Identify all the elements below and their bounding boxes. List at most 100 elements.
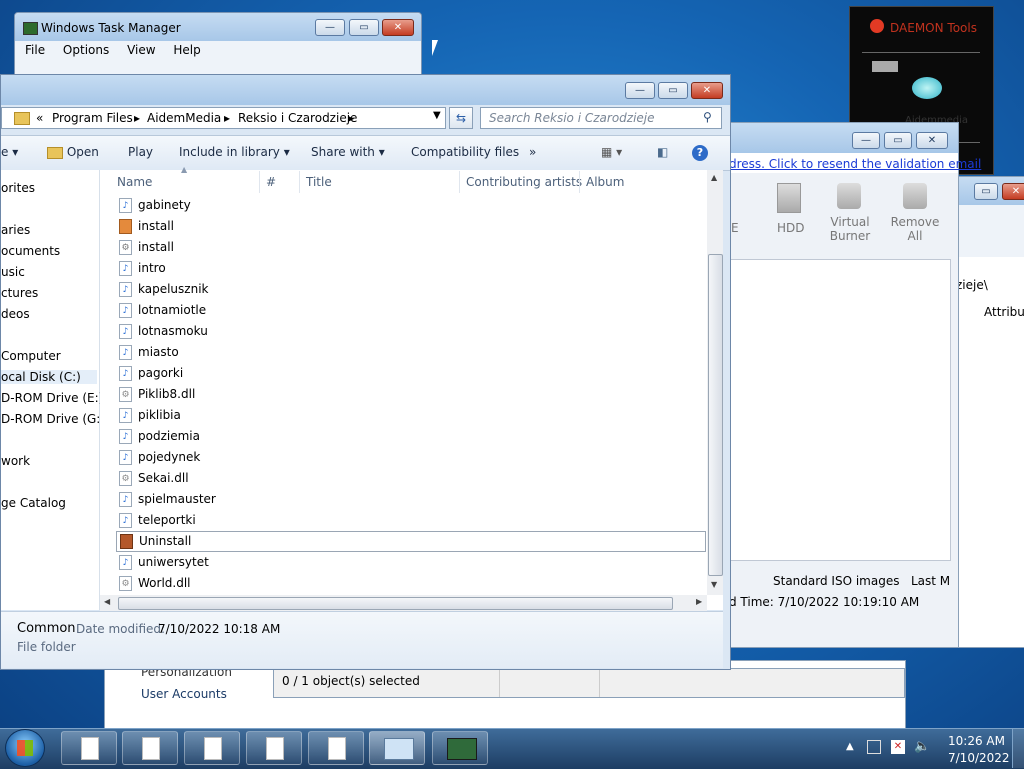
- resend-validation-link[interactable]: dress. Click to resend the validation em…: [729, 157, 981, 171]
- scroll-down-arrow-icon[interactable]: ▼: [711, 580, 717, 589]
- minimize-button[interactable]: —: [852, 132, 880, 149]
- clock-date[interactable]: 7/10/2022: [948, 751, 1010, 765]
- file-row[interactable]: ♪ intro: [116, 258, 706, 279]
- burner-icon[interactable]: [837, 183, 861, 209]
- address-dropdown-icon[interactable]: ▼: [433, 110, 441, 121]
- scroll-up-arrow-icon[interactable]: ▲: [711, 173, 717, 182]
- menu-options[interactable]: Options: [63, 43, 109, 57]
- close-button[interactable]: ✕: [1002, 183, 1024, 200]
- remove-all-button[interactable]: Remove All: [889, 215, 941, 243]
- close-button[interactable]: ✕: [916, 132, 948, 149]
- maximize-button[interactable]: ▭: [658, 82, 688, 99]
- preview-pane-icon[interactable]: ◧: [657, 145, 668, 159]
- scroll-left-arrow-icon[interactable]: ◀: [104, 597, 110, 606]
- file-row[interactable]: ♪ teleportki: [116, 510, 706, 531]
- start-button[interactable]: [5, 729, 45, 767]
- search-icon[interactable]: ⚲: [703, 110, 712, 124]
- nav-libraries[interactable]: aries: [1, 223, 30, 237]
- menu-help[interactable]: Help: [173, 43, 200, 57]
- hdd-icon[interactable]: [777, 183, 801, 213]
- bg-item-user-accounts[interactable]: User Accounts: [141, 687, 227, 701]
- close-button[interactable]: ✕: [691, 82, 723, 99]
- file-row[interactable]: ♪ spielmauster: [116, 489, 706, 510]
- file-row[interactable]: ♪ podziemia: [116, 426, 706, 447]
- column-name[interactable]: Name: [117, 175, 152, 189]
- breadcrumb-aidemmedia[interactable]: AidemMedia: [147, 111, 221, 125]
- maximize-button[interactable]: ▭: [349, 19, 379, 36]
- more-commands-button[interactable]: »: [529, 145, 536, 159]
- horizontal-scrollbar[interactable]: ◀ ▶: [100, 595, 707, 611]
- column-album[interactable]: Album: [586, 175, 624, 189]
- file-row[interactable]: ♪ uniwersytet: [116, 552, 706, 573]
- file-row[interactable]: ⚙ Piklib8.dll: [116, 384, 706, 405]
- view-options-icon[interactable]: ▦ ▾: [601, 145, 622, 159]
- breadcrumb-program-files[interactable]: Program Files: [52, 111, 133, 125]
- vertical-scrollbar[interactable]: ▲ ▼: [707, 170, 723, 595]
- nav-local-disk[interactable]: ocal Disk (C:): [1, 370, 97, 384]
- volume-icon[interactable]: 🔈: [914, 739, 930, 754]
- minimize-button[interactable]: —: [315, 19, 345, 36]
- nav-pictures[interactable]: ctures: [1, 286, 38, 300]
- clock-time[interactable]: 10:26 AM: [948, 734, 1005, 748]
- maximize-button[interactable]: ▭: [884, 132, 912, 149]
- breadcrumb-reksio[interactable]: Reksio i Czarodzieje: [238, 111, 357, 125]
- image-list-area[interactable]: [729, 259, 951, 561]
- column-title[interactable]: Title: [306, 175, 332, 189]
- toolbar-e-label[interactable]: E: [731, 221, 739, 235]
- show-hidden-icons[interactable]: ▲: [846, 741, 854, 752]
- file-row[interactable]: ⚙ World.dll: [116, 573, 706, 594]
- taskbar-button-task-manager[interactable]: [432, 731, 488, 765]
- virtual-burner-button[interactable]: Virtual Burner: [825, 215, 875, 243]
- hdd-button[interactable]: HDD: [777, 221, 805, 235]
- column-contributing-artists[interactable]: Contributing artists: [466, 175, 582, 189]
- help-icon[interactable]: ?: [692, 145, 708, 161]
- organize-button[interactable]: e ▾: [1, 145, 18, 159]
- nav-image-catalog[interactable]: ge Catalog: [1, 496, 66, 510]
- nav-documents[interactable]: ocuments: [1, 244, 60, 258]
- scroll-thumb-horizontal[interactable]: [118, 597, 673, 610]
- file-row-selected[interactable]: Uninstall: [116, 531, 706, 552]
- search-box[interactable]: Search Reksio i Czarodzieje ⚲: [480, 107, 722, 129]
- nav-videos[interactable]: deos: [1, 307, 30, 321]
- network-icon[interactable]: [867, 740, 881, 754]
- play-button[interactable]: Play: [128, 145, 153, 159]
- breadcrumb-overflow[interactable]: «: [36, 111, 43, 125]
- close-button[interactable]: ✕: [382, 19, 414, 36]
- compatibility-files-button[interactable]: Compatibility files: [411, 145, 519, 159]
- file-row[interactable]: ♪ piklibia: [116, 405, 706, 426]
- nav-music[interactable]: usic: [1, 265, 25, 279]
- column-header-attributes[interactable]: Attribut: [984, 305, 1024, 319]
- file-row[interactable]: ♪ lotnamiotle: [116, 300, 706, 321]
- path-field[interactable]: zieje\: [956, 278, 988, 292]
- taskbar-button-document[interactable]: [184, 731, 240, 765]
- taskbar-button-document[interactable]: [122, 731, 178, 765]
- file-row[interactable]: ⚙ Sekai.dll: [116, 468, 706, 489]
- address-bar[interactable]: « Program Files ▸ AidemMedia ▸ Reksio i …: [1, 107, 446, 129]
- file-row[interactable]: ♪ miasto: [116, 342, 706, 363]
- nav-cdrom-e[interactable]: D-ROM Drive (E:) A: [1, 391, 115, 405]
- menu-file[interactable]: File: [25, 43, 45, 57]
- nav-favorites[interactable]: orites: [1, 181, 35, 195]
- file-row[interactable]: ♪ gabinety: [116, 195, 706, 216]
- column-number[interactable]: #: [266, 175, 276, 189]
- file-row[interactable]: ♪ kapelusznik: [116, 279, 706, 300]
- taskbar-button-document[interactable]: [246, 731, 302, 765]
- virtual-drive-icon[interactable]: [912, 77, 942, 99]
- maximize-button[interactable]: ▭: [974, 183, 998, 200]
- file-row[interactable]: install: [116, 216, 706, 237]
- drive-slot-icon[interactable]: [872, 61, 898, 72]
- taskbar-button-explorer[interactable]: [369, 731, 425, 765]
- file-row[interactable]: ⚙ install: [116, 237, 706, 258]
- include-in-library-button[interactable]: Include in library ▾: [179, 145, 290, 159]
- minimize-button[interactable]: —: [625, 82, 655, 99]
- remove-all-icon[interactable]: [903, 183, 927, 209]
- taskbar-button-document[interactable]: [61, 731, 117, 765]
- file-row[interactable]: ♪ pojedynek: [116, 447, 706, 468]
- show-desktop-button[interactable]: [1012, 729, 1024, 768]
- nav-network[interactable]: work: [1, 454, 30, 468]
- menu-view[interactable]: View: [127, 43, 155, 57]
- open-button[interactable]: Open: [47, 145, 99, 159]
- scroll-thumb[interactable]: [708, 254, 723, 576]
- file-row[interactable]: ♪ lotnasmoku: [116, 321, 706, 342]
- file-row[interactable]: ♪ pagorki: [116, 363, 706, 384]
